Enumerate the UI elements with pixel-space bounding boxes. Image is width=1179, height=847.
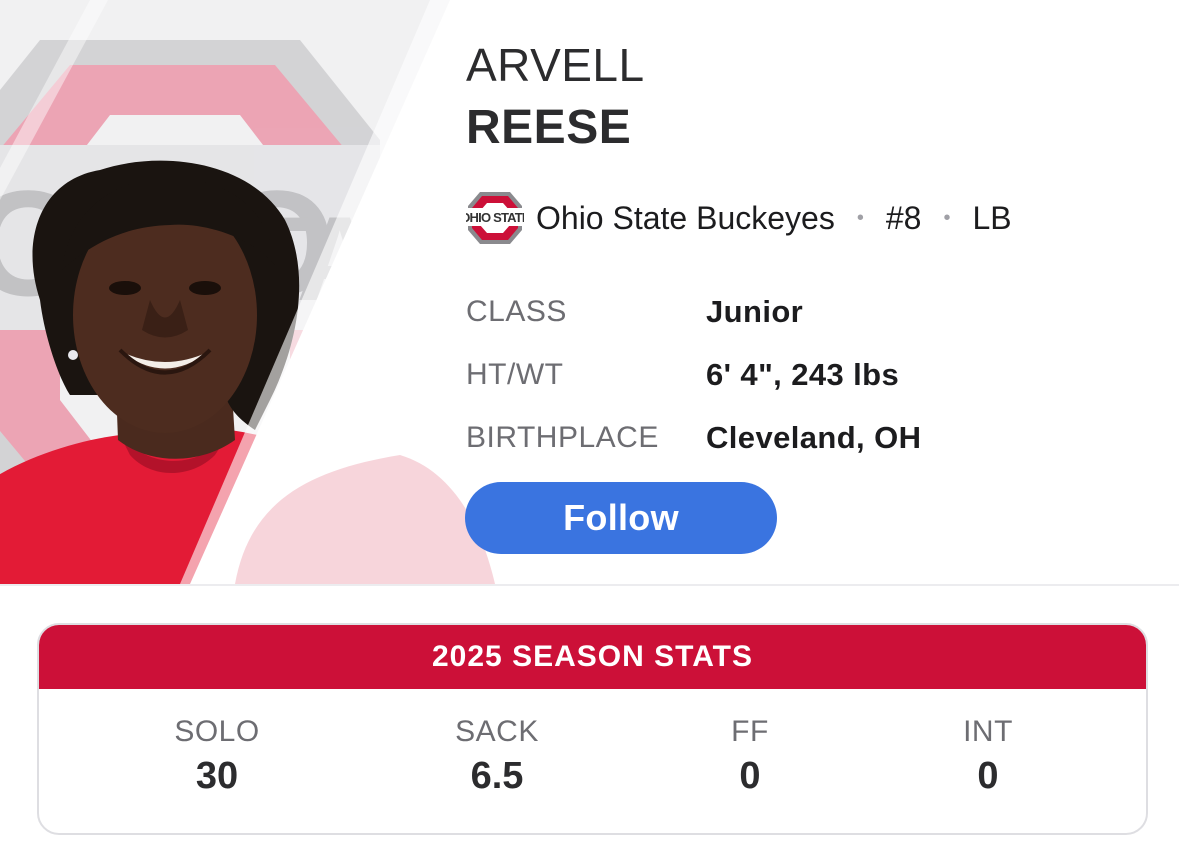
ohio-state-logo-icon[interactable]: OHIO STATE [466, 190, 524, 246]
player-hero: OHIO STA [0, 0, 1179, 584]
stat-label: INT [963, 715, 1013, 748]
stats-row: SOLO 30 SACK 6.5 FF 0 INT 0 [39, 689, 1146, 833]
bio-value: Cleveland, OH [706, 419, 922, 455]
stat-ff: FF 0 [650, 715, 850, 798]
stat-label: SOLO [174, 715, 260, 748]
player-photo: OHIO STA [0, 0, 520, 584]
team-name[interactable]: Ohio State Buckeyes [536, 200, 835, 237]
stat-int: INT 0 [888, 715, 1088, 798]
bio-label: HT/WT [466, 357, 564, 391]
bio-row-birthplace: BIRTHPLACE Cleveland, OH [466, 406, 921, 469]
season-stats-card: 2025 SEASON STATS SOLO 30 SACK 6.5 FF 0 … [37, 623, 1148, 835]
player-last-name: REESE [466, 101, 632, 154]
stat-value: 30 [195, 755, 239, 797]
stat-label: SACK [455, 715, 539, 748]
bio-row-class: CLASS Junior [466, 280, 921, 343]
section-divider [0, 584, 1179, 586]
season-stats-title: 2025 SEASON STATS [39, 625, 1146, 689]
player-first-name: ARVELL [466, 39, 645, 91]
bio-value: Junior [706, 293, 804, 329]
bio-row-ht-wt: HT/WT 6' 4", 243 lbs [466, 343, 921, 406]
stat-label: FF [731, 715, 769, 748]
follow-button[interactable]: Follow [465, 482, 777, 554]
separator-dot: • [856, 206, 864, 229]
player-position: LB [972, 199, 1012, 236]
stat-value: 0 [739, 755, 761, 797]
separator-dot: • [943, 206, 951, 229]
stat-sack: SACK 6.5 [397, 715, 597, 798]
player-bio: CLASS Junior HT/WT 6' 4", 243 lbs BIRTHP… [466, 280, 921, 469]
jersey-number: #8 [885, 199, 922, 236]
bio-label: CLASS [466, 294, 567, 328]
bio-value: 6' 4", 243 lbs [706, 356, 900, 392]
stat-value: 6.5 [470, 755, 524, 797]
stat-value: 0 [977, 755, 999, 797]
team-line: OHIO STATE Ohio State Buckeyes • #8 • LB [466, 190, 1012, 246]
bio-label: BIRTHPLACE [466, 420, 659, 454]
svg-text:OHIO STATE: OHIO STATE [466, 210, 524, 225]
stat-solo: SOLO 30 [117, 715, 317, 798]
